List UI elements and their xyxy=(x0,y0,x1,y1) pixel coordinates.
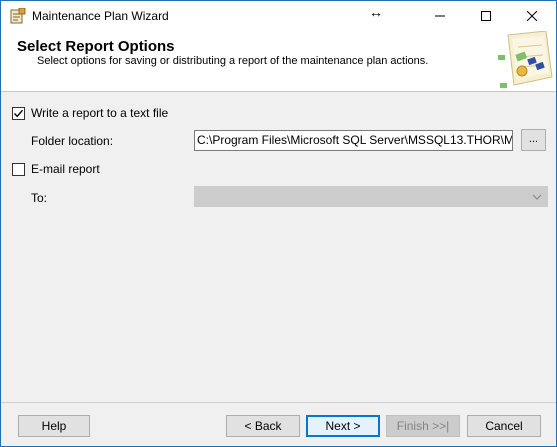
resize-horizontal-icon: ↔ xyxy=(369,4,383,20)
wizard-content: Write a report to a text file Folder loc… xyxy=(1,93,556,402)
maximize-button[interactable] xyxy=(463,1,509,31)
back-button[interactable]: < Back xyxy=(226,415,300,437)
wizard-header-banner: Select Report Options Select options for… xyxy=(1,30,556,93)
wizard-app-icon xyxy=(10,7,26,24)
wizard-illustration-icon xyxy=(494,30,556,93)
minimize-button[interactable] xyxy=(417,1,463,31)
next-button[interactable]: Next > xyxy=(306,415,380,437)
page-subtitle: Select options for saving or distributin… xyxy=(37,55,429,67)
browse-folder-button[interactable]: ... xyxy=(521,129,546,151)
folder-location-input[interactable]: C:\Program Files\Microsoft SQL Server\MS… xyxy=(194,130,513,151)
folder-location-label: Folder location: xyxy=(31,134,114,148)
to-label: To: xyxy=(31,191,48,205)
cancel-button[interactable]: Cancel xyxy=(467,415,541,437)
help-button[interactable]: Help xyxy=(18,415,90,437)
window-title: Maintenance Plan Wizard xyxy=(32,9,169,23)
finish-button: Finish >>| xyxy=(386,415,460,437)
write-report-checkbox[interactable] xyxy=(12,107,25,120)
write-report-label[interactable]: Write a report to a text file xyxy=(31,106,168,120)
close-button[interactable] xyxy=(509,1,555,31)
wizard-footer: Help < Back Next > Finish >>| Cancel xyxy=(1,402,556,446)
email-report-label[interactable]: E-mail report xyxy=(31,162,100,176)
page-title: Select Report Options xyxy=(17,38,175,55)
maintenance-plan-wizard-window: Maintenance Plan Wizard ↔ Select Report … xyxy=(0,0,557,447)
to-operator-select xyxy=(194,186,548,207)
chevron-down-icon xyxy=(532,191,542,201)
title-bar: Maintenance Plan Wizard ↔ xyxy=(1,1,556,31)
email-report-checkbox[interactable] xyxy=(12,163,25,176)
